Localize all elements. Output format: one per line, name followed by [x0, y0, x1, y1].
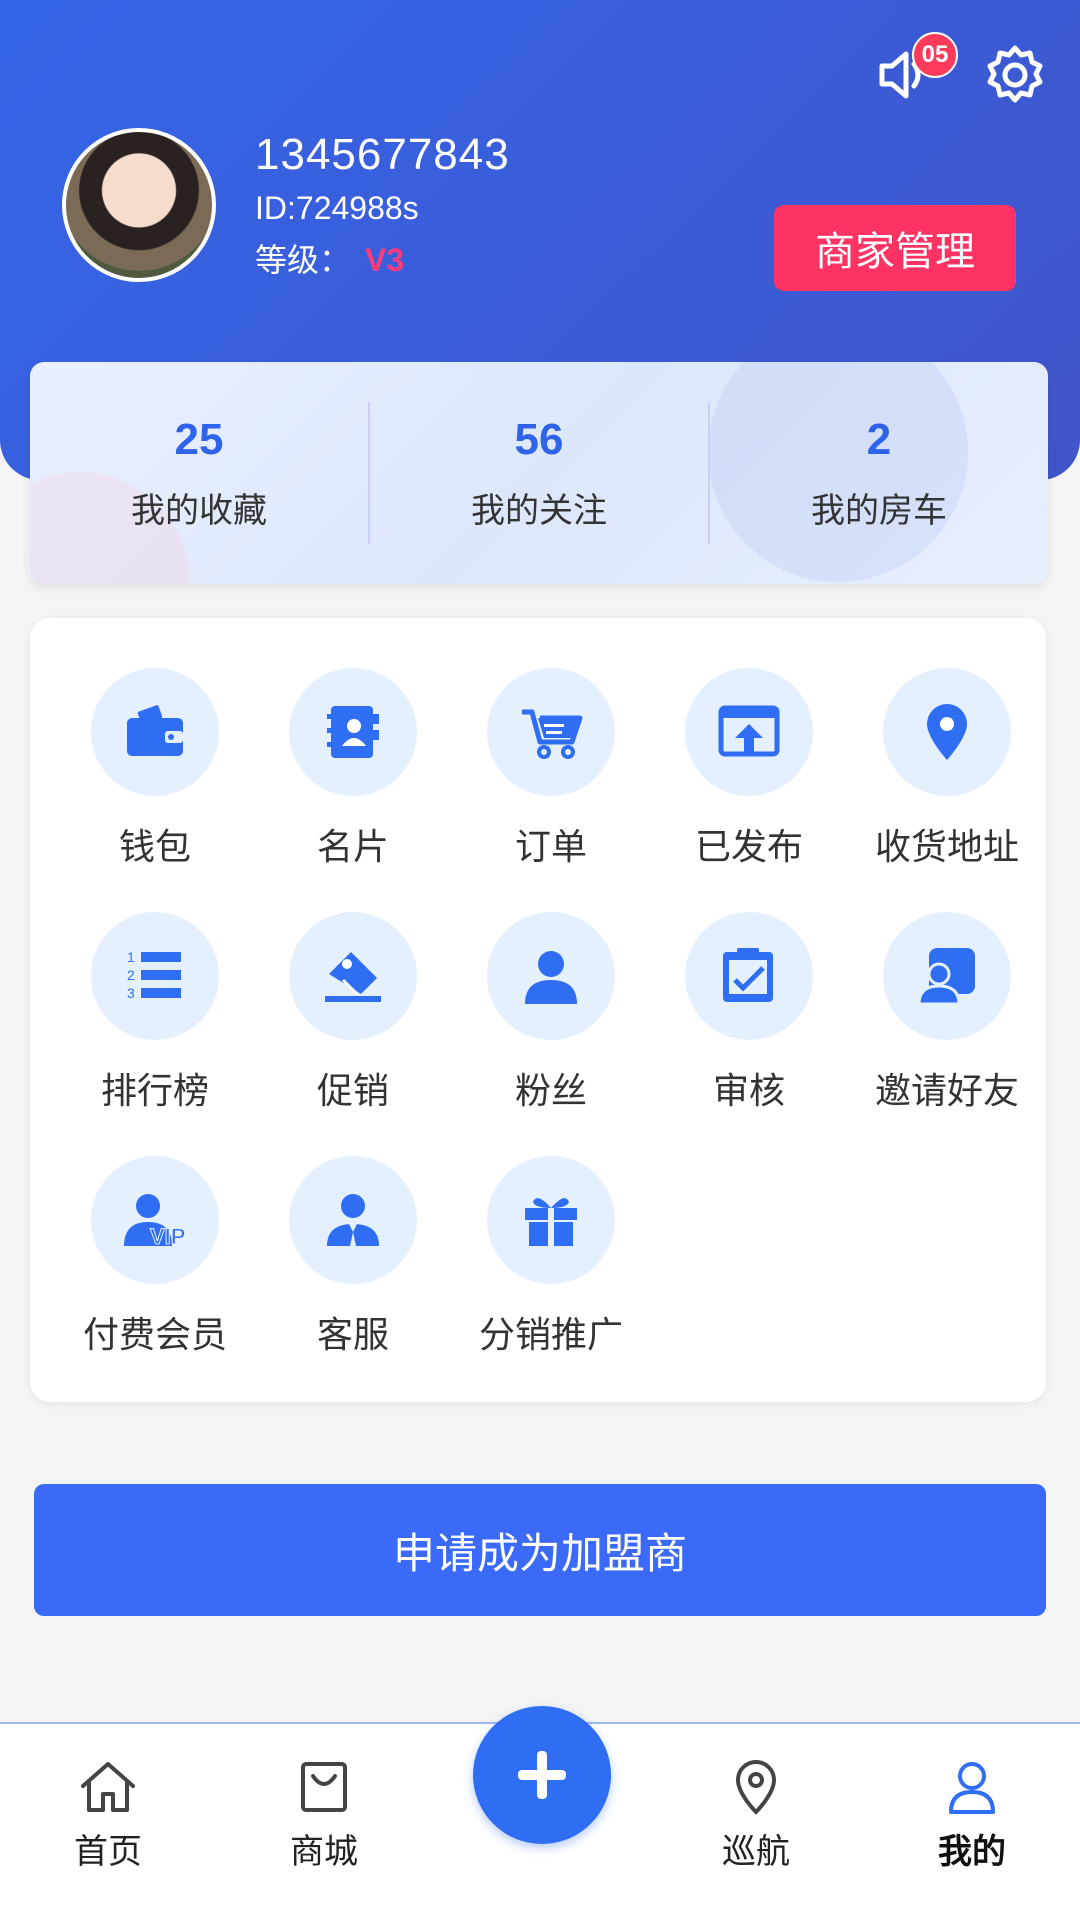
menu-label: 钱包	[118, 826, 191, 867]
stat-value: 56	[514, 414, 564, 464]
menu-item-card[interactable]: 名片	[254, 668, 452, 870]
menu-label: 分销推广	[478, 1314, 623, 1355]
menu-label: 付费会员	[82, 1314, 227, 1355]
wallet-icon	[91, 668, 219, 796]
home-icon	[81, 1762, 135, 1812]
merchant-management-button[interactable]: 商家管理	[774, 205, 1016, 291]
plus-icon	[518, 1751, 566, 1799]
menu-item-fans[interactable]: 粉丝	[452, 912, 650, 1114]
apply-franchise-button[interactable]: 申请成为加盟商	[34, 1484, 1046, 1616]
menu-item-distribution[interactable]: 分销推广	[452, 1156, 650, 1358]
stats-card: 25 我的收藏 56 我的关注 2 我的房车	[30, 362, 1048, 584]
svg-text:2: 2	[127, 967, 135, 983]
publish-icon	[685, 668, 813, 796]
menu-label: 客服	[316, 1314, 389, 1355]
top-actions: 05	[870, 32, 1050, 110]
menu-label: 已发布	[694, 826, 803, 867]
user-level: 等级： V3	[255, 235, 510, 281]
cart-icon	[487, 668, 615, 796]
customer-service-icon	[289, 1156, 417, 1284]
stat-label: 我的房车	[811, 491, 947, 530]
menu-item-ranking[interactable]: 1 2 3 排行榜	[56, 912, 254, 1114]
tab-cruise[interactable]: 巡航	[648, 1724, 864, 1922]
stat-rv[interactable]: 2 我的房车	[708, 402, 1048, 544]
price-tag-icon	[289, 912, 417, 1040]
menu-item-published[interactable]: 已发布	[650, 668, 848, 870]
contact-card-icon	[289, 668, 417, 796]
tab-label: 商城	[290, 1833, 358, 1871]
clipboard-check-icon	[685, 912, 813, 1040]
menu-label: 名片	[316, 826, 389, 867]
menu-grid: 钱包 名片 订单 已发布 收货地址 1 2 3 排行榜 促销 粉丝 审核 邀请好…	[56, 668, 1046, 1358]
avatar[interactable]	[62, 128, 216, 282]
level-value: V3	[365, 242, 405, 278]
menu-item-vip[interactable]: VIP 付费会员	[56, 1156, 254, 1358]
tab-label: 首页	[74, 1833, 142, 1871]
user-info: 1345677843 ID:724988s 等级： V3	[255, 130, 510, 281]
location-icon	[735, 1759, 777, 1815]
menu-label: 排行榜	[100, 1070, 209, 1111]
menu-label: 收货地址	[874, 826, 1019, 867]
user-phone: 1345677843	[255, 130, 510, 179]
gift-icon	[487, 1156, 615, 1284]
menu-label: 审核	[712, 1070, 785, 1111]
stat-label: 我的收藏	[131, 491, 267, 530]
user-icon	[949, 1762, 995, 1814]
menu-item-wallet[interactable]: 钱包	[56, 668, 254, 870]
menu-label: 促销	[316, 1070, 389, 1111]
svg-text:1: 1	[127, 949, 135, 965]
gear-icon	[987, 45, 1043, 103]
stat-value: 25	[174, 414, 224, 464]
menu-item-promotion[interactable]: 促销	[254, 912, 452, 1114]
menu-item-customer-service[interactable]: 客服	[254, 1156, 452, 1358]
notification-button[interactable]: 05	[870, 32, 958, 110]
menu-label: 粉丝	[514, 1070, 587, 1111]
svg-text:VIP: VIP	[150, 1224, 185, 1249]
stat-label: 我的关注	[471, 491, 607, 530]
menu-item-orders[interactable]: 订单	[452, 668, 650, 870]
person-icon	[487, 912, 615, 1040]
location-pin-icon	[883, 668, 1011, 796]
stat-following[interactable]: 56 我的关注	[368, 402, 708, 544]
tab-label: 巡航	[722, 1833, 790, 1871]
tab-mall[interactable]: 商城	[216, 1724, 432, 1922]
menu-label: 邀请好友	[874, 1070, 1019, 1111]
tab-label: 我的	[938, 1833, 1006, 1871]
stat-favorites[interactable]: 25 我的收藏	[30, 362, 368, 584]
menu-item-address[interactable]: 收货地址	[848, 668, 1046, 870]
settings-button[interactable]	[980, 40, 1050, 110]
vip-member-icon: VIP	[91, 1156, 219, 1284]
svg-text:3: 3	[127, 985, 135, 1001]
notification-badge: 05	[912, 32, 958, 78]
tab-home[interactable]: 首页	[0, 1724, 216, 1922]
ranking-list-icon: 1 2 3	[91, 912, 219, 1040]
stat-value: 2	[866, 414, 892, 464]
user-id: ID:724988s	[255, 190, 419, 226]
menu-label: 订单	[514, 826, 587, 867]
menu-item-invite[interactable]: 邀请好友	[848, 912, 1046, 1114]
add-button[interactable]	[473, 1706, 611, 1844]
menu-card: 钱包 名片 订单 已发布 收货地址 1 2 3 排行榜 促销 粉丝 审核 邀请好…	[30, 618, 1046, 1402]
tab-mine[interactable]: 我的	[864, 1724, 1080, 1922]
invite-friend-icon	[883, 912, 1011, 1040]
shopping-bag-icon	[301, 1762, 347, 1812]
level-label: 等级：	[255, 242, 352, 278]
menu-item-review[interactable]: 审核	[650, 912, 848, 1114]
